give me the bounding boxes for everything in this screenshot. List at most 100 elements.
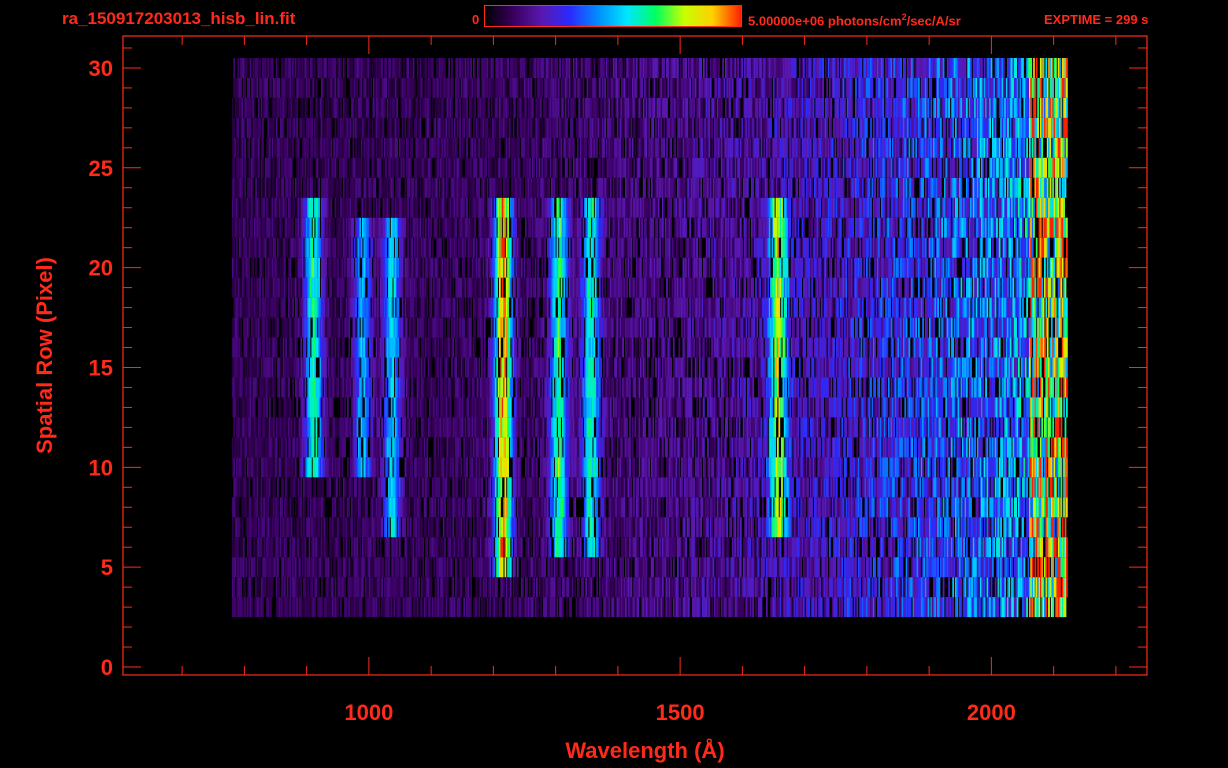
heatmap-cell: [856, 417, 859, 438]
heatmap-cell: [818, 417, 820, 438]
heatmap-cell: [571, 557, 574, 578]
heatmap-cell: [597, 537, 600, 558]
heatmap-cell: [856, 517, 859, 538]
heatmap-cell: [442, 457, 445, 478]
heatmap-cell: [866, 497, 868, 518]
heatmap-cell: [714, 497, 716, 518]
heatmap-cell: [829, 537, 831, 558]
heatmap-cell: [878, 577, 881, 598]
heatmap-cell: [1007, 557, 1009, 578]
heatmap-cell: [957, 477, 960, 498]
heatmap-cell: [1057, 477, 1060, 498]
heatmap-cell: [766, 417, 768, 438]
heatmap-cell: [909, 537, 912, 558]
heatmap-cell: [430, 557, 433, 578]
heatmap-cell: [618, 537, 620, 558]
heatmap-cell: [327, 417, 330, 438]
heatmap-cell: [934, 457, 937, 478]
heatmap-cell: [466, 457, 468, 478]
heatmap-cell: [514, 557, 516, 578]
heatmap-cell: [304, 537, 307, 558]
heatmap-cell: [294, 557, 297, 578]
heatmap-cell: [790, 597, 793, 618]
heatmap-cell: [727, 537, 730, 558]
heatmap-cell: [437, 437, 440, 458]
heatmap-cell: [242, 537, 245, 558]
heatmap-cell: [329, 477, 331, 498]
heatmap-cell: [492, 537, 494, 558]
heatmap-cell: [1049, 417, 1052, 438]
heatmap-cell: [351, 517, 353, 538]
heatmap-cell: [688, 597, 690, 618]
spectrogram-chart: 1000 1500 2000051015202530 Wavelength (Å) …: [32, 35, 1148, 763]
heatmap-cell: [841, 557, 844, 578]
heatmap-cell: [976, 577, 979, 598]
heatmap-cell: [997, 417, 1000, 438]
heatmap-cell: [727, 557, 730, 578]
heatmap-cell: [300, 477, 303, 498]
heatmap-cell: [270, 597, 273, 618]
heatmap-cell: [703, 437, 705, 458]
heatmap-cell: [760, 417, 763, 438]
heatmap-cell: [633, 457, 635, 478]
heatmap-cell: [652, 557, 655, 578]
heatmap-cell: [508, 537, 511, 558]
heatmap-cell: [1041, 537, 1044, 558]
heatmap-cell: [746, 477, 749, 498]
heatmap-cell: [992, 557, 994, 578]
heatmap-cell: [950, 437, 953, 458]
heatmap-cell: [922, 497, 924, 518]
heatmap-cell: [708, 477, 711, 498]
heatmap-cell: [733, 417, 735, 438]
heatmap-cell: [570, 537, 572, 558]
heatmap-cell: [430, 457, 433, 478]
heatmap-cell: [1013, 477, 1016, 498]
heatmap-cell: [886, 457, 889, 478]
heatmap-cell: [856, 597, 859, 618]
heatmap-cell: [692, 457, 694, 478]
heatmap-cell: [342, 537, 345, 558]
heatmap-cell: [1034, 557, 1037, 578]
heatmap-cell: [315, 557, 318, 578]
heatmap-cell: [599, 577, 601, 598]
heatmap-cell: [562, 537, 564, 558]
heatmap-cell: [244, 577, 247, 598]
heatmap-cell: [804, 497, 807, 518]
heatmap-cell: [986, 437, 989, 458]
heatmap-cell: [570, 597, 572, 618]
heatmap-cell: [525, 557, 527, 578]
heatmap-cell: [351, 477, 353, 498]
heatmap-cell: [1045, 557, 1048, 578]
heatmap-cell: [826, 557, 829, 578]
heatmap-cell: [679, 597, 682, 618]
heatmap-cell: [685, 557, 687, 578]
heatmap-cell: [318, 577, 320, 598]
heatmap-cell: [245, 477, 248, 498]
heatmap-cell: [705, 477, 708, 498]
heatmap-cell: [555, 417, 557, 438]
heatmap-cell: [694, 537, 697, 558]
heatmap-cell: [581, 417, 583, 438]
heatmap-cell: [470, 597, 472, 618]
heatmap-cell: [983, 577, 986, 598]
heatmap-cell: [866, 537, 868, 558]
heatmap-cell: [630, 477, 633, 498]
heatmap-cell: [582, 577, 585, 598]
heatmap-cell: [1005, 457, 1008, 478]
heatmap-cell: [277, 517, 279, 538]
heatmap-cell: [353, 517, 356, 538]
heatmap-cell: [529, 577, 531, 598]
heatmap-cell: [842, 497, 845, 518]
heatmap-cell: [596, 497, 598, 518]
heatmap-cell: [385, 517, 388, 538]
heatmap-cell: [620, 437, 623, 458]
heatmap-cell: [462, 577, 464, 598]
heatmap-cell: [470, 577, 472, 598]
heatmap-cell: [331, 577, 334, 598]
heatmap-cell: [694, 437, 697, 458]
heatmap-cell: [567, 477, 570, 498]
heatmap-cell: [589, 477, 592, 498]
heatmap-cell: [1011, 477, 1013, 498]
heatmap-cell: [874, 557, 876, 578]
heatmap-cell: [378, 597, 381, 618]
